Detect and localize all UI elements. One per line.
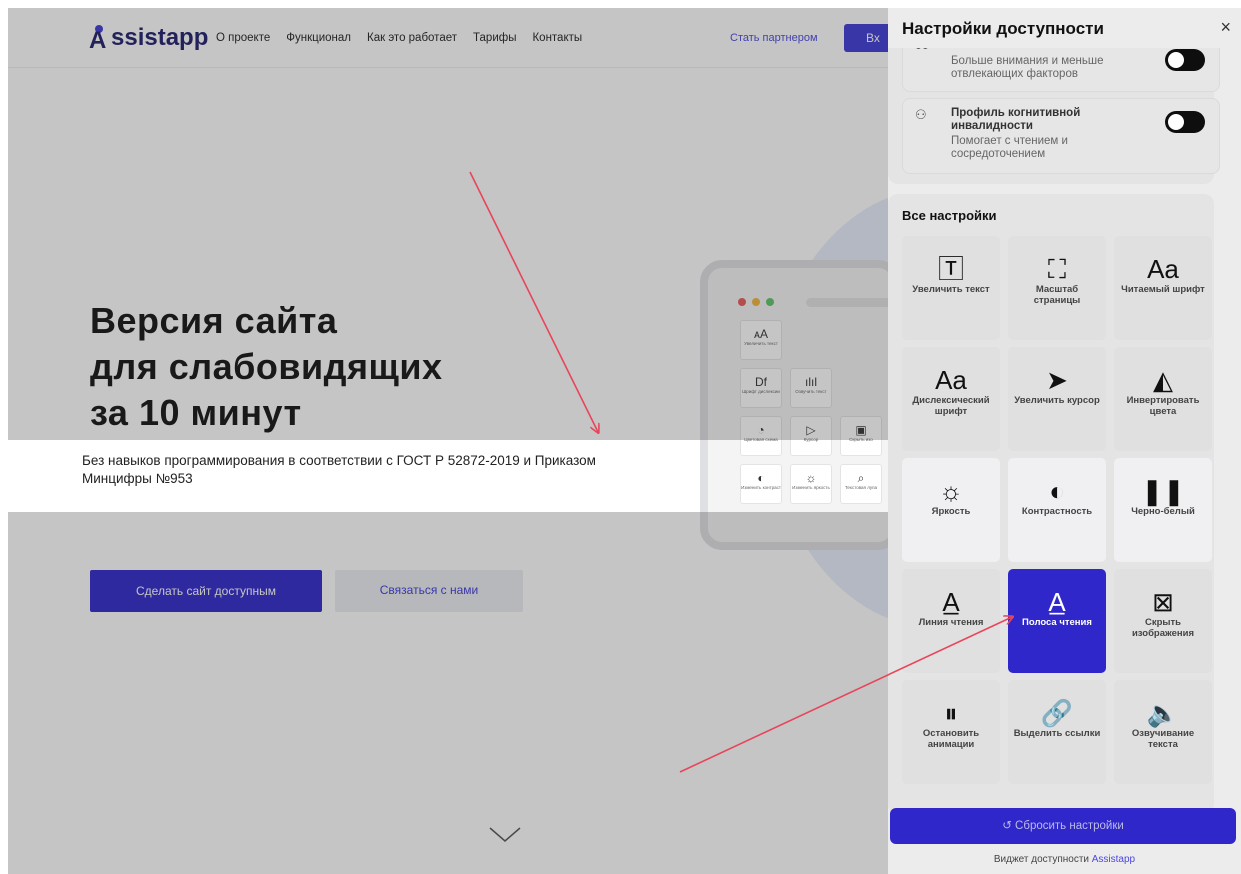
arrow-to-reading-strip-tile	[679, 617, 1012, 773]
arrow-to-reading-band	[469, 171, 598, 432]
annotation-arrows	[469, 171, 1241, 773]
